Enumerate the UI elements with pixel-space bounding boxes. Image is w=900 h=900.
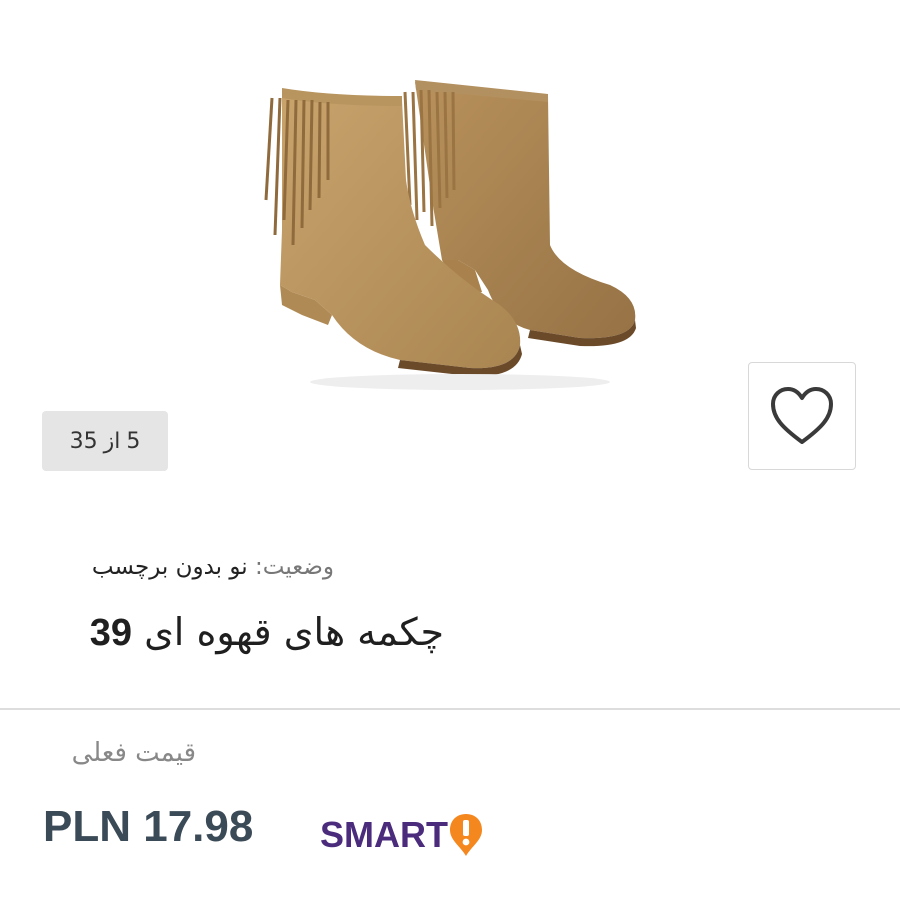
smart-exclamation-icon xyxy=(450,814,482,856)
product-title-size: 39 xyxy=(89,612,132,654)
product-image-gallery[interactable]: 5 از 35 xyxy=(0,0,900,520)
image-counter-separator: از xyxy=(103,428,121,454)
image-counter: 5 از 35 xyxy=(42,411,168,471)
current-price-label: قیمت فعلی xyxy=(71,738,196,768)
current-price: PLN 17.98 xyxy=(43,802,254,851)
section-divider xyxy=(0,708,900,710)
smart-badge-text: SMART xyxy=(320,814,448,855)
smart-badge: SMART xyxy=(320,812,484,858)
image-counter-current: 5 xyxy=(126,428,141,454)
heart-outline-icon xyxy=(771,387,833,444)
product-title-text: چکمه های قهوه ای xyxy=(144,610,444,654)
product-title: چکمه های قهوه ای 39 xyxy=(90,610,444,655)
condition-label: وضعیت: xyxy=(254,554,334,580)
image-counter-total: 35 xyxy=(69,428,98,454)
item-condition: وضعیت: نو بدون برچسب xyxy=(92,554,334,580)
product-photo[interactable] xyxy=(220,30,680,500)
add-to-favorites-button[interactable] xyxy=(748,362,856,470)
condition-value: نو بدون برچسب xyxy=(91,554,248,580)
